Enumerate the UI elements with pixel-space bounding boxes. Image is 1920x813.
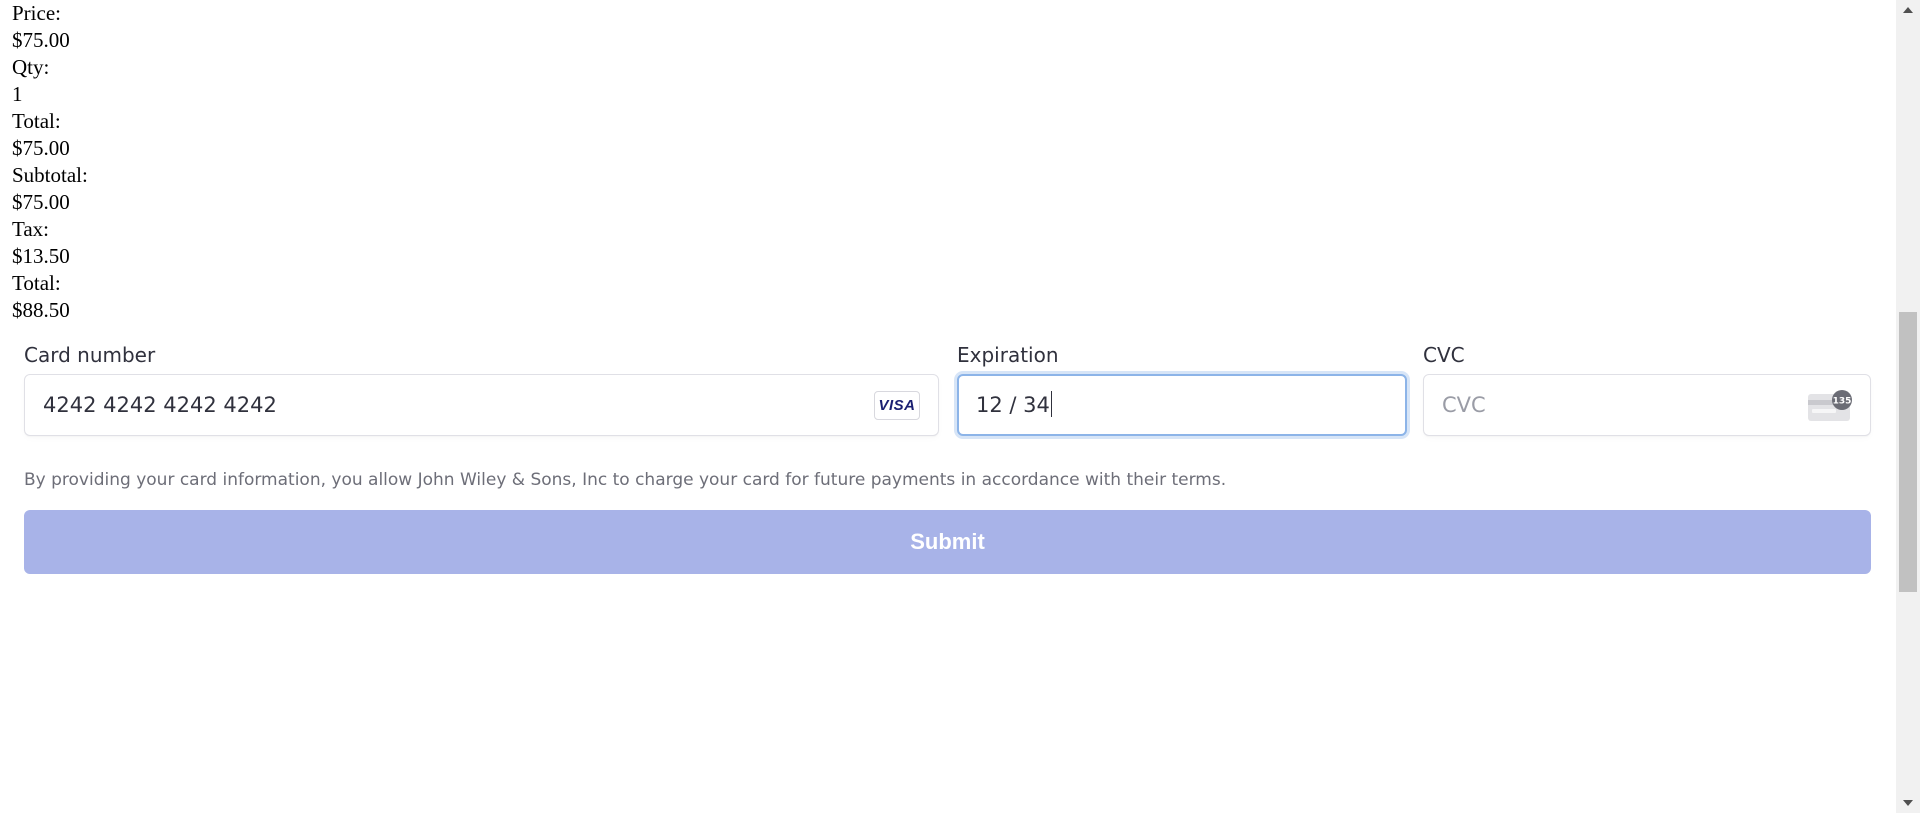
submit-button[interactable]: Submit: [24, 510, 1871, 574]
line-total-value: $75.00: [12, 136, 70, 160]
cvc-field[interactable]: CVC 135: [1423, 374, 1871, 436]
text-caret: [1050, 391, 1053, 417]
expiration-label: Expiration: [957, 343, 1059, 367]
card-number-field[interactable]: 4242 4242 4242 4242 VISA: [24, 374, 939, 436]
scroll-up-arrow-icon[interactable]: [1896, 0, 1920, 20]
qty-label: Qty:: [12, 55, 50, 79]
price-label: Price:: [12, 1, 61, 25]
page: Price: $75.00 Qty: 1 Total: $75.00 Subto…: [0, 0, 1920, 813]
cvc-placeholder[interactable]: CVC: [1442, 375, 1486, 435]
card-number-label: Card number: [24, 343, 156, 367]
qty-value: 1: [12, 82, 23, 106]
card-number-value[interactable]: 4242 4242 4242 4242: [43, 375, 277, 435]
tax-value: $13.50: [12, 244, 70, 268]
checkout-content: Price: $75.00 Qty: 1 Total: $75.00 Subto…: [0, 0, 1896, 813]
expiration-value[interactable]: 12 / 34: [976, 376, 1053, 434]
vertical-scrollbar[interactable]: [1896, 0, 1920, 813]
subtotal-value: $75.00: [12, 190, 70, 214]
scrollbar-thumb[interactable]: [1899, 312, 1917, 592]
cvc-card-icon: 135: [1808, 390, 1852, 421]
cvc-label: CVC: [1423, 343, 1465, 367]
cvc-icon-text: 135: [1833, 397, 1852, 407]
consent-text: By providing your card information, you …: [24, 470, 1227, 490]
subtotal-label: Subtotal:: [12, 163, 88, 187]
grand-total-value: $88.50: [12, 298, 70, 322]
expiration-text: 12 / 34: [976, 393, 1050, 417]
expiration-field[interactable]: 12 / 34: [957, 374, 1407, 436]
grand-total-label: Total:: [12, 271, 61, 295]
scroll-down-arrow-icon[interactable]: [1896, 793, 1920, 813]
order-summary: Price: $75.00 Qty: 1 Total: $75.00 Subto…: [12, 0, 88, 324]
price-value: $75.00: [12, 28, 70, 52]
tax-label: Tax:: [12, 217, 50, 241]
line-total-label: Total:: [12, 109, 61, 133]
visa-card-icon: VISA: [874, 391, 920, 420]
